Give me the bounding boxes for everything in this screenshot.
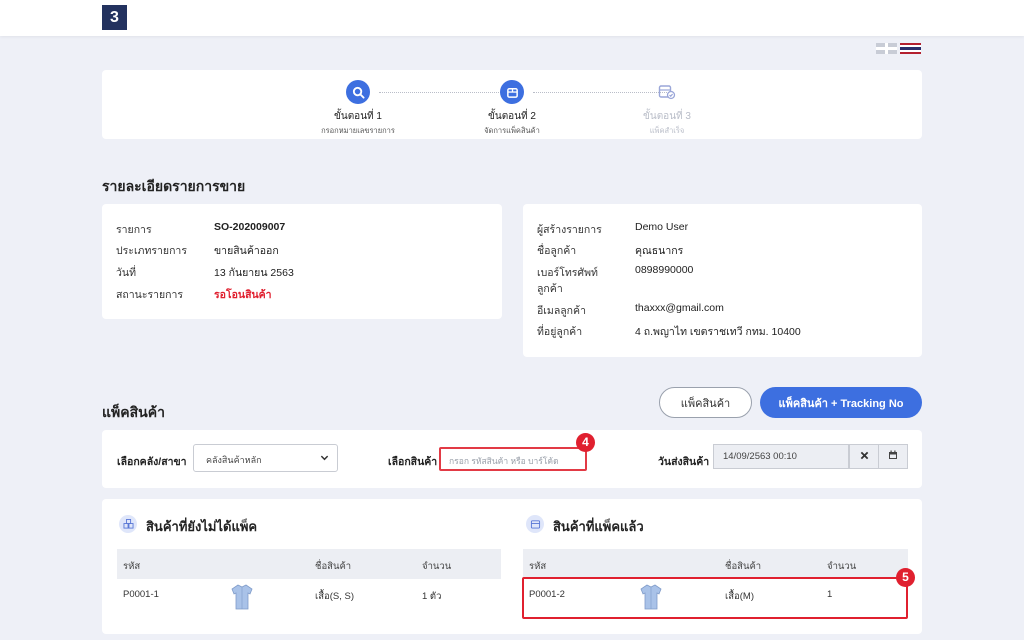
highlight-box [522, 577, 908, 619]
customer-email: thaxxx@gmail.com [635, 302, 724, 314]
top-bar: 3 [0, 0, 1024, 36]
step-3: ขั้นตอนที่ 3 แพ็คสำเร็จ [607, 80, 727, 137]
step-title: ขั้นตอนที่ 1 [334, 111, 382, 122]
annotation-badge-4: 4 [576, 433, 595, 452]
label-order-type: ประเภทรายการ [116, 245, 187, 257]
order-date: 13 กันยายน 2563 [214, 267, 294, 279]
customer-address: 4 ถ.พญาไท เขตราชเทวี กทม. 10400 [635, 326, 801, 338]
step-subtitle: แพ็คสำเร็จ [649, 126, 685, 135]
pack-button[interactable]: แพ็คสินค้า [659, 387, 752, 418]
product-name: เสื้อ(S, S) [315, 591, 355, 602]
close-icon [860, 451, 869, 463]
pack-section-title: แพ็คสินค้า [102, 404, 165, 420]
product-code: P0001-1 [123, 589, 159, 600]
status-badge: รอโอนสินค้า [214, 289, 272, 301]
unpacked-box-icon [119, 515, 137, 533]
search-icon [346, 80, 370, 104]
label-date: วันที่ [116, 267, 136, 279]
label-status: สถานะรายการ [116, 289, 184, 301]
label-email: อีเมลลูกค้า [537, 305, 586, 317]
flag-uk-icon[interactable] [876, 43, 897, 54]
step-1: ขั้นตอนที่ 1 กรอกหมายเลขรายการ [298, 80, 418, 137]
unpacked-table-header: รหัส ชื่อสินค้า จำนวน [117, 549, 501, 579]
flag-th-icon[interactable] [900, 43, 921, 54]
packed-box-icon [526, 515, 544, 533]
step-2: ขั้นตอนที่ 2 จัดการแพ็คสินค้า [452, 80, 572, 137]
calendar-button[interactable] [878, 444, 908, 469]
customer-info-card: ผู้สร้างรายการ Demo User ชื่อลูกค้า คุณธ… [523, 204, 922, 357]
ship-date-input[interactable]: 14/09/2563 00:10 [713, 444, 849, 469]
shirt-image [230, 583, 254, 614]
step-title: ขั้นตอนที่ 3 [643, 111, 691, 122]
language-switcher [876, 43, 921, 54]
unpacked-title: สินค้าที่ยังไม่ได้แพ็ค [146, 519, 258, 534]
ship-date-label: วันส่งสินค้า [658, 456, 710, 468]
sale-details-title: รายละเอียดรายการขาย [102, 178, 246, 194]
packed-title: สินค้าที่แพ็คแล้ว [553, 519, 644, 534]
step-title: ขั้นตอนที่ 2 [488, 111, 536, 122]
order-type: ขายสินค้าออก [214, 245, 279, 257]
stepper: ขั้นตอนที่ 1 กรอกหมายเลขรายการ ขั้นตอนที… [102, 70, 922, 139]
column-header-code: รหัส [529, 561, 547, 572]
pack-tracking-button[interactable]: แพ็คสินค้า + Tracking No [760, 387, 922, 418]
chevron-down-icon [320, 453, 329, 464]
column-header-name: ชื่อสินค้า [725, 561, 762, 572]
app-logo[interactable]: 3 [102, 5, 127, 30]
clear-date-button[interactable] [849, 444, 879, 469]
step-subtitle: กรอกหมายเลขรายการ [321, 126, 395, 135]
product-qty: 1 ตัว [422, 591, 442, 602]
packed-table-header: รหัส ชื่อสินค้า จำนวน [523, 549, 908, 579]
label-address: ที่อยู่ลูกค้า [537, 326, 583, 338]
column-header-qty: จำนวน [827, 561, 857, 572]
box-check-icon [655, 80, 679, 104]
sale-info-card: รายการ SO-202009007 ประเภทรายการ ขายสินค… [102, 204, 502, 319]
customer-phone: 0898990000 [635, 264, 694, 276]
label-phone-line2: ลูกค้า [537, 283, 563, 295]
product-search-input[interactable]: กรอก รหัสสินค้า หรือ บาร์โค้ด [439, 447, 587, 471]
warehouse-select[interactable]: คลังสินค้าหลัก [193, 444, 338, 472]
table-row[interactable]: P0001-1 เสื้อ(S, S) 1 ตัว [117, 579, 501, 615]
label-customer-name: ชื่อลูกค้า [537, 245, 577, 257]
label-creator: ผู้สร้างรายการ [537, 224, 602, 236]
annotation-badge-5: 5 [896, 568, 915, 587]
label-order: รายการ [116, 224, 152, 236]
warehouse-label: เลือกคลัง/สาขา [117, 456, 187, 468]
step-subtitle: จัดการแพ็คสินค้า [484, 126, 540, 135]
column-header-name: ชื่อสินค้า [315, 561, 352, 572]
product-label: เลือกสินค้า [388, 456, 438, 468]
customer-name: คุณธนากร [635, 245, 684, 257]
column-header-code: รหัส [123, 561, 141, 572]
calendar-icon [888, 450, 898, 463]
order-number: SO-202009007 [214, 221, 286, 233]
column-header-qty: จำนวน [422, 561, 452, 572]
creator-name: Demo User [635, 221, 689, 233]
box-icon [500, 80, 524, 104]
warehouse-value: คลังสินค้าหลัก [206, 455, 262, 465]
label-phone: เบอร์โทรศัพท์ [537, 267, 598, 279]
